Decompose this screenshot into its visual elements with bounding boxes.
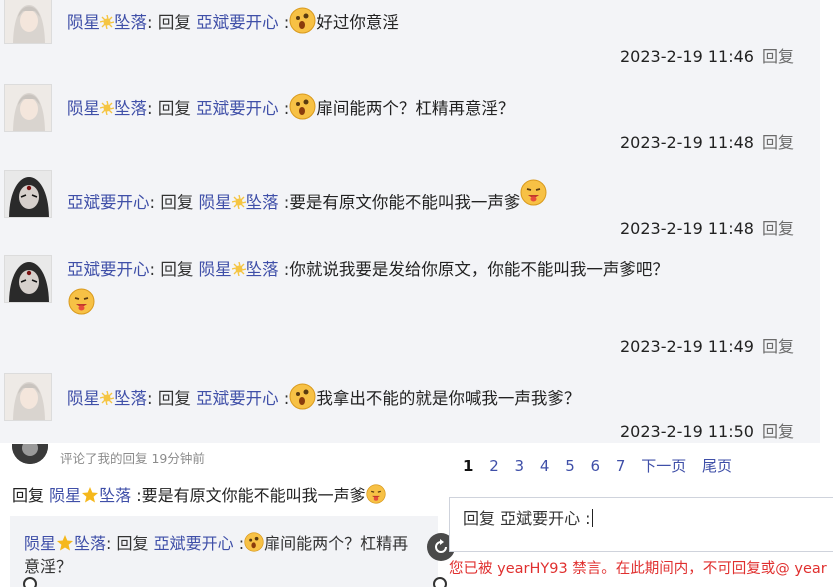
author-link[interactable]: 陨星 坠落 bbox=[67, 99, 147, 118]
reply-prefix: 回复 bbox=[12, 486, 45, 505]
avatar[interactable] bbox=[4, 373, 52, 421]
author-link[interactable]: 陨星 坠落 bbox=[67, 13, 147, 32]
target-link[interactable]: 亞斌要开心 bbox=[196, 13, 279, 32]
sun-badge-icon bbox=[231, 262, 246, 276]
notification-header: 评论了我的回复 19分钟前 回复 陨星 坠落 :要是有原文你能不能叫我一声爹 bbox=[0, 443, 440, 516]
comment-notification-panel: 评论了我的回复 19分钟前 回复 陨星 坠落 :要是有原文你能不能叫我一声爹 陨星… bbox=[0, 443, 440, 587]
pagination: 1 2 3 4 5 6 7 下一页 尾页 bbox=[463, 455, 743, 476]
resize-handle[interactable] bbox=[23, 577, 37, 587]
rotate-icon bbox=[435, 539, 447, 553]
page-4[interactable]: 4 bbox=[540, 457, 550, 475]
author-link[interactable]: 亞斌要开心 bbox=[67, 260, 150, 279]
page-5[interactable]: 5 bbox=[565, 457, 575, 475]
reply-button[interactable]: 回复 bbox=[762, 422, 794, 441]
next-page-link[interactable]: 下一页 bbox=[641, 457, 686, 475]
reply-verb: 回复 bbox=[157, 99, 191, 118]
tongue-emoji-icon bbox=[68, 288, 95, 315]
reply-input[interactable]: 回复 亞斌要开心 : bbox=[449, 497, 833, 552]
comment-line: 陨星 坠落: 回复 亞斌要开心 : 扉间能两个？杠精再意淫？ bbox=[67, 93, 514, 121]
resize-handle[interactable] bbox=[433, 577, 447, 587]
target-link[interactable]: 亞斌要开心 bbox=[196, 389, 279, 408]
sun-badge-icon bbox=[231, 195, 246, 209]
avatar[interactable] bbox=[4, 255, 52, 303]
reply-button[interactable]: 回复 bbox=[762, 133, 794, 152]
sun-badge-icon bbox=[100, 391, 114, 405]
reply-verb: 回复 bbox=[160, 260, 194, 279]
target-link[interactable]: 亞斌要开心 bbox=[196, 99, 279, 118]
notification-reply-line: 回复 陨星 坠落 :要是有原文你能不能叫我一声爹 bbox=[12, 482, 386, 506]
author-link[interactable]: 亞斌要开心 bbox=[67, 193, 150, 212]
notification-note: 评论了我的回复 19分钟前 bbox=[60, 451, 205, 466]
comment-line: 亞斌要开心: 回复 陨星 坠落 :要是有原文你能不能叫我一声爹 bbox=[67, 179, 547, 215]
avatar[interactable] bbox=[12, 444, 48, 464]
author-link[interactable]: 陨星 坠落 bbox=[67, 389, 147, 408]
avatar[interactable] bbox=[4, 0, 52, 44]
text-caret bbox=[591, 509, 593, 527]
reply-input-value: 回复 亞斌要开心 : bbox=[463, 509, 591, 528]
comment-text: 要是有原文你能不能叫我一声爹 bbox=[289, 193, 521, 212]
timestamp: 2023-2-19 11:49 bbox=[619, 337, 754, 356]
page-7[interactable]: 7 bbox=[616, 457, 626, 475]
comment-text: 我拿出不能的就是你喊我一声我爹？ bbox=[316, 389, 581, 408]
reply-button[interactable]: 回复 bbox=[762, 219, 794, 238]
ban-notice: 您已被 yearHY93 禁言。在此期间内，不可回复或@ year bbox=[449, 561, 827, 577]
reply-button[interactable]: 回复 bbox=[762, 337, 794, 356]
page-1[interactable]: 1 bbox=[463, 457, 473, 475]
avatar[interactable] bbox=[4, 84, 52, 132]
comment-meta: 2023-2-19 11:50 回复 bbox=[620, 418, 794, 442]
comment-line: 陨星 坠落: 回复 亞斌要开心 : 好过你意淫 bbox=[67, 7, 399, 35]
comment-line: 亞斌要开心: 回复 陨星 坠落 :你就说我要是发给你原文，你能不能叫我一声爹吧？ bbox=[67, 260, 669, 279]
user-link[interactable]: 陨星 坠落 bbox=[24, 534, 106, 553]
timestamp: 2023-2-19 11:46 bbox=[619, 47, 754, 66]
timestamp: 2023-2-19 11:48 bbox=[619, 219, 754, 238]
tongue-emoji-icon bbox=[520, 179, 547, 206]
reply-button[interactable]: 回复 bbox=[762, 47, 794, 66]
reply-verb: 回复 bbox=[157, 389, 191, 408]
notification-text: :要是有原文你能不能叫我一声爹 bbox=[136, 486, 366, 505]
page-2[interactable]: 2 bbox=[489, 457, 499, 475]
comment-meta: 2023-2-19 11:48 回复 bbox=[620, 215, 794, 239]
last-page-link[interactable]: 尾页 bbox=[702, 457, 732, 475]
page-3[interactable]: 3 bbox=[515, 457, 525, 475]
page-6[interactable]: 6 bbox=[591, 457, 601, 475]
surprised-emoji-icon bbox=[289, 7, 316, 34]
comment-thread: 陨星 坠落: 回复 亞斌要开心 : 好过你意淫 2023-2-19 11:46 回复 … bbox=[0, 0, 820, 443]
surprised-emoji-icon bbox=[244, 532, 264, 552]
avatar[interactable] bbox=[4, 170, 52, 218]
comment-text: 你就说我要是发给你原文，你能不能叫我一声爹吧？ bbox=[289, 260, 669, 279]
star-badge-icon bbox=[82, 487, 99, 503]
comment-meta: 2023-2-19 11:48 回复 bbox=[620, 129, 794, 153]
scroll-gutter bbox=[820, 0, 833, 443]
timestamp: 2023-2-19 11:50 bbox=[619, 422, 754, 441]
comment-meta: 2023-2-19 11:46 回复 bbox=[620, 43, 794, 67]
comment-line: 陨星 坠落: 回复 亞斌要开心 : 我拿出不能的就是你喊我一声我爹？ bbox=[67, 383, 580, 411]
sun-badge-icon bbox=[100, 15, 114, 29]
target-link[interactable]: 陨星 坠落 bbox=[199, 193, 279, 212]
target-link[interactable]: 亞斌要开心 bbox=[154, 534, 234, 553]
reply-verb: 回复 bbox=[157, 13, 191, 32]
sun-badge-icon bbox=[100, 101, 114, 115]
timestamp: 2023-2-19 11:48 bbox=[619, 133, 754, 152]
quoted-text: 陨星 坠落: 回复 亞斌要开心 : 扉间能两个？杠精再意淫？ bbox=[24, 532, 409, 576]
comment-meta: 2023-2-19 11:49 回复 bbox=[620, 333, 794, 357]
star-badge-icon bbox=[57, 535, 74, 551]
user-link[interactable]: 陨星 坠落 bbox=[49, 486, 131, 505]
surprised-emoji-icon bbox=[289, 383, 316, 410]
comment-text: 好过你意淫 bbox=[316, 13, 399, 32]
target-link[interactable]: 陨星 坠落 bbox=[199, 260, 279, 279]
reply-verb: 回复 bbox=[160, 193, 194, 212]
surprised-emoji-icon bbox=[289, 93, 316, 120]
quoted-comment: 陨星 坠落: 回复 亞斌要开心 : 扉间能两个？杠精再意淫？ bbox=[10, 516, 438, 587]
tongue-emoji-icon bbox=[366, 484, 386, 504]
comment-text: 扉间能两个？杠精再意淫？ bbox=[316, 99, 515, 118]
